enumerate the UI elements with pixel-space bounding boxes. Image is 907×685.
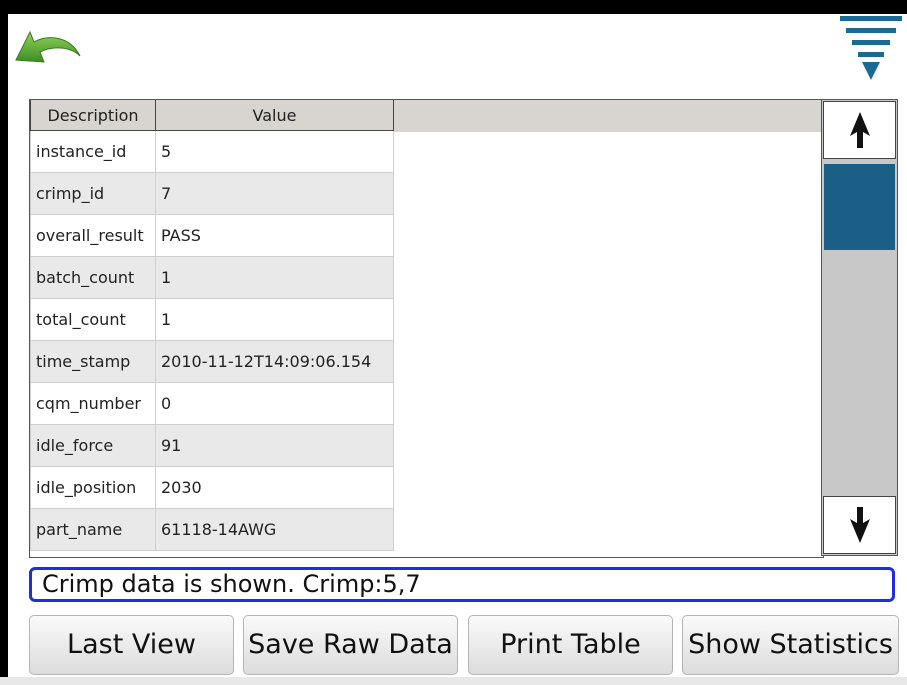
scroll-down-button[interactable] bbox=[823, 496, 896, 554]
arrow-down-icon bbox=[850, 507, 870, 543]
table-row[interactable]: part_name 61118-14AWG bbox=[30, 508, 394, 551]
left-border bbox=[0, 0, 8, 685]
cell-description: part_name bbox=[30, 508, 156, 551]
show-statistics-button[interactable]: Show Statistics bbox=[682, 615, 899, 675]
cell-value: PASS bbox=[155, 214, 394, 257]
scroll-up-button[interactable] bbox=[823, 101, 896, 159]
cell-value: 2010-11-12T14:09:06.154 bbox=[155, 340, 394, 383]
header-filler bbox=[393, 100, 823, 132]
table-grid: Description Value instance_id 5 crimp_id… bbox=[30, 100, 394, 551]
table-row[interactable]: time_stamp 2010-11-12T14:09:06.154 bbox=[30, 340, 394, 383]
bottom-border bbox=[0, 677, 907, 685]
cell-description: overall_result bbox=[30, 214, 156, 257]
cell-value: 1 bbox=[155, 256, 394, 299]
data-table[interactable]: Description Value instance_id 5 crimp_id… bbox=[29, 99, 824, 558]
table-row[interactable]: instance_id 5 bbox=[30, 130, 394, 173]
cell-value: 7 bbox=[155, 172, 394, 215]
table-row[interactable]: idle_force 91 bbox=[30, 424, 394, 467]
table-row[interactable]: batch_count 1 bbox=[30, 256, 394, 299]
column-header-value[interactable]: Value bbox=[155, 100, 394, 131]
vertical-scrollbar[interactable] bbox=[821, 99, 898, 556]
cell-description: batch_count bbox=[30, 256, 156, 299]
cell-description: idle_position bbox=[30, 466, 156, 509]
back-arrow-icon bbox=[15, 30, 81, 63]
cell-description: crimp_id bbox=[30, 172, 156, 215]
cell-description: idle_force bbox=[30, 424, 156, 467]
table-row[interactable]: cqm_number 0 bbox=[30, 382, 394, 425]
cell-value: 0 bbox=[155, 382, 394, 425]
cell-description: time_stamp bbox=[30, 340, 156, 383]
cell-value: 5 bbox=[155, 130, 394, 173]
cell-value: 91 bbox=[155, 424, 394, 467]
app-window: Description Value instance_id 5 crimp_id… bbox=[0, 0, 907, 685]
table-row[interactable]: idle_position 2030 bbox=[30, 466, 394, 509]
cell-description: instance_id bbox=[30, 130, 156, 173]
table-row[interactable]: overall_result PASS bbox=[30, 214, 394, 257]
cell-description: total_count bbox=[30, 298, 156, 341]
top-border bbox=[0, 0, 907, 14]
column-header-description[interactable]: Description bbox=[30, 100, 156, 131]
table-row[interactable]: crimp_id 7 bbox=[30, 172, 394, 215]
cell-value: 61118-14AWG bbox=[155, 508, 394, 551]
print-table-button[interactable]: Print Table bbox=[468, 615, 673, 675]
cell-description: cqm_number bbox=[30, 382, 156, 425]
scroll-thumb[interactable] bbox=[824, 164, 895, 250]
menu-triangle-icon bbox=[840, 16, 902, 80]
status-message: Crimp data is shown. Crimp:5,7 bbox=[29, 567, 895, 602]
table-row[interactable]: total_count 1 bbox=[30, 298, 394, 341]
cell-value: 2030 bbox=[155, 466, 394, 509]
last-view-button[interactable]: Last View bbox=[29, 615, 234, 675]
menu-button[interactable] bbox=[840, 14, 902, 84]
arrow-up-icon bbox=[850, 112, 870, 148]
back-button[interactable] bbox=[14, 26, 84, 74]
cell-value: 1 bbox=[155, 298, 394, 341]
save-raw-data-button[interactable]: Save Raw Data bbox=[243, 615, 458, 675]
